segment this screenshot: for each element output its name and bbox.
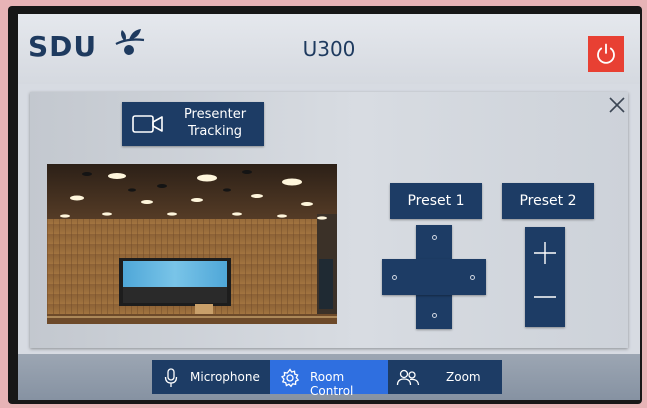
- tilt-down-button[interactable]: [432, 313, 437, 318]
- camera-preview-image: [47, 164, 337, 324]
- microphone-icon: [164, 368, 178, 387]
- tab-zoom[interactable]: Zoom: [388, 360, 502, 394]
- pan-tilt-dpad: [382, 225, 486, 329]
- tab-zoom-label: Zoom: [446, 370, 481, 384]
- header-bar: SDU U300: [18, 14, 640, 84]
- bottom-navigation: Microphone Room Control Zoom: [18, 354, 640, 400]
- gear-icon: [280, 368, 300, 388]
- zoom-control: [525, 227, 565, 327]
- room-title: U300: [302, 37, 356, 61]
- power-icon: [597, 43, 615, 64]
- presenter-tracking-button[interactable]: Presenter Tracking: [122, 102, 264, 146]
- presenter-tracking-label: Presenter Tracking: [183, 107, 247, 139]
- preset-2-button[interactable]: Preset 2: [502, 183, 594, 219]
- preset-1-button[interactable]: Preset 1: [390, 183, 482, 219]
- touch-panel-screen: SDU U300 Presenter Tracking Preset 1 Pre…: [18, 14, 640, 400]
- camera-control-panel: Presenter Tracking Preset 1 Preset 2: [30, 92, 628, 348]
- tilt-up-button[interactable]: [432, 235, 437, 240]
- tab-microphone-label: Microphone: [190, 370, 260, 384]
- power-button[interactable]: [588, 36, 624, 72]
- tab-microphone[interactable]: Microphone: [152, 360, 270, 394]
- zoom-out-icon[interactable]: [533, 291, 557, 303]
- tab-room-control-label: Room Control: [310, 370, 354, 398]
- pan-right-button[interactable]: [470, 275, 475, 280]
- users-icon: [396, 369, 420, 386]
- close-icon[interactable]: [608, 96, 626, 114]
- tab-room-control[interactable]: Room Control: [270, 360, 388, 398]
- zoom-in-icon[interactable]: [533, 241, 557, 265]
- video-camera-icon: [132, 115, 163, 133]
- camera-preview: [47, 164, 337, 324]
- pan-left-button[interactable]: [392, 275, 397, 280]
